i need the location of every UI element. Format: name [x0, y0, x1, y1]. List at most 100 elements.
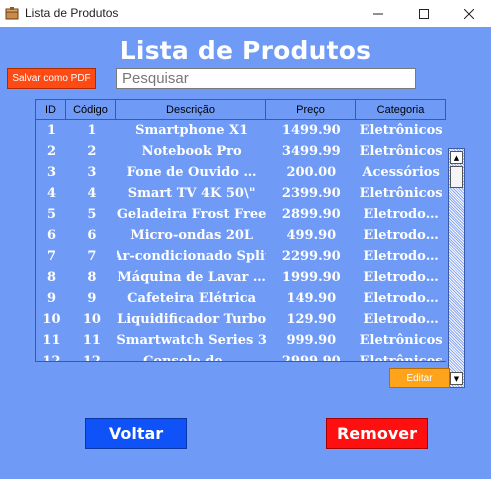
cell-descricao: Micro-ondas 20L — [130, 228, 254, 243]
cell-preco: 2299.90 — [281, 249, 341, 264]
table-row[interactable]: 7 7 Ar-condicionado Split 2299.90 Eletro… — [36, 246, 446, 267]
close-icon — [464, 8, 474, 19]
table-row[interactable]: 11 11 Smartwatch Series 3 999.90 Eletrôn… — [36, 330, 446, 351]
cell-preco: 2399.90 — [281, 186, 341, 201]
triangle-up-icon: ▲ — [453, 153, 460, 162]
column-header-categoria[interactable]: Categoria — [356, 99, 446, 120]
window-titlebar: Lista de Produtos — [0, 0, 491, 27]
table-row[interactable]: 10 10 Liquidificador Turbo 129.90 Eletro… — [36, 309, 446, 330]
window-title: Lista de Produtos — [25, 6, 119, 20]
cell-descricao: Ar-condicionado Split — [116, 249, 267, 264]
cell-preco: 149.90 — [286, 291, 337, 306]
cell-codigo: 6 — [87, 228, 97, 243]
close-button[interactable] — [446, 0, 491, 27]
cell-codigo: 11 — [82, 333, 101, 348]
cell-preco: 1499.90 — [281, 123, 341, 138]
cell-descricao: Máquina de Lavar … — [117, 270, 266, 285]
cell-preco: 1999.90 — [281, 270, 341, 285]
scroll-down-button[interactable]: ▼ — [450, 372, 463, 385]
products-table: ID Código Descrição Preço Categoria 1 1 … — [35, 99, 467, 388]
column-header-id[interactable]: ID — [35, 99, 66, 120]
cell-preco: 499.90 — [286, 228, 337, 243]
table-scrollbar[interactable]: ▲ ▼ — [448, 148, 465, 388]
table-row[interactable]: 4 4 Smart TV 4K 50\" 2399.90 Eletrônicos — [36, 183, 446, 204]
cell-descricao: Smartwatch Series 3 — [116, 333, 267, 348]
column-header-preco[interactable]: Preço — [266, 99, 356, 120]
cell-categoria: Eletrônicos — [359, 144, 443, 159]
cell-id: 12 — [42, 354, 61, 362]
cell-codigo: 9 — [87, 291, 97, 306]
cell-id: 8 — [46, 270, 56, 285]
cell-codigo: 7 — [87, 249, 97, 264]
table-row[interactable]: 12 12 Console de … 2999.90 Eletrônicos — [36, 351, 446, 362]
table-row[interactable]: 5 5 Geladeira Frost Free 2899.90 Eletrod… — [36, 204, 446, 225]
cell-categoria: Eletrodo… — [363, 312, 439, 327]
cell-id: 1 — [46, 123, 56, 138]
cell-descricao: Geladeira Frost Free — [116, 207, 267, 222]
scroll-up-button[interactable]: ▲ — [450, 151, 463, 164]
cell-categoria: Eletrodo… — [363, 249, 439, 264]
cell-id: 7 — [46, 249, 56, 264]
cell-descricao: Fone de Ouvido … — [126, 165, 257, 180]
column-header-codigo[interactable]: Código — [66, 99, 116, 120]
cell-codigo: 5 — [87, 207, 97, 222]
page-title: Lista de Produtos — [119, 36, 372, 65]
cell-categoria: Eletrodo… — [363, 228, 439, 243]
table-row[interactable]: 2 2 Notebook Pro 3499.99 Eletrônicos — [36, 141, 446, 162]
minimize-icon — [373, 13, 383, 14]
cell-preco: 3499.99 — [281, 144, 341, 159]
cell-descricao: Console de … — [143, 354, 241, 362]
table-row[interactable]: 3 3 Fone de Ouvido … 200.00 Acessórios — [36, 162, 446, 183]
cell-id: 9 — [46, 291, 56, 306]
save-pdf-button[interactable]: Salvar como PDF — [7, 68, 96, 89]
minimize-button[interactable] — [355, 0, 401, 27]
cell-codigo: 4 — [87, 186, 97, 201]
main-panel: Lista de Produtos Salvar como PDF ID Cód… — [0, 27, 491, 479]
cell-preco: 200.00 — [286, 165, 337, 180]
column-header-descricao[interactable]: Descrição — [116, 99, 266, 120]
cell-categoria: Eletrodo… — [363, 291, 439, 306]
cell-categoria: Eletrônicos — [359, 186, 443, 201]
cell-codigo: 8 — [87, 270, 97, 285]
cell-preco: 999.90 — [286, 333, 337, 348]
cell-preco: 2999.90 — [281, 354, 341, 362]
cell-descricao: Notebook Pro — [141, 144, 242, 159]
cell-preco: 2899.90 — [281, 207, 341, 222]
table-row[interactable]: 1 1 Smartphone X1 1499.90 Eletrônicos — [36, 120, 446, 141]
back-button[interactable]: Voltar — [85, 418, 187, 449]
app-box-icon — [5, 7, 19, 20]
cell-id: 11 — [42, 333, 61, 348]
cell-codigo: 2 — [87, 144, 97, 159]
cell-id: 2 — [46, 144, 56, 159]
cell-codigo: 3 — [87, 165, 97, 180]
cell-descricao: Smartphone X1 — [135, 123, 249, 138]
cell-descricao: Cafeteira Elétrica — [127, 291, 257, 306]
maximize-button[interactable] — [401, 0, 447, 27]
cell-id: 4 — [46, 186, 56, 201]
cell-codigo: 1 — [87, 123, 97, 138]
scrollbar-thumb[interactable] — [450, 166, 463, 188]
triangle-down-icon: ▼ — [453, 374, 460, 383]
search-input[interactable] — [116, 68, 416, 89]
table-row[interactable]: 6 6 Micro-ondas 20L 499.90 Eletrodo… — [36, 225, 446, 246]
cell-descricao: Smart TV 4K 50\" — [127, 186, 256, 201]
cell-categoria: Eletrônicos — [359, 123, 443, 138]
cell-codigo: 10 — [82, 312, 101, 327]
cell-preco: 129.90 — [286, 312, 337, 327]
cell-codigo: 12 — [82, 354, 101, 362]
cell-categoria: Eletrodo… — [363, 270, 439, 285]
cell-id: 3 — [46, 165, 56, 180]
remove-button[interactable]: Remover — [326, 418, 428, 449]
table-row[interactable]: 8 8 Máquina de Lavar … 1999.90 Eletrodo… — [36, 267, 446, 288]
cell-categoria: Eletrodo… — [363, 207, 439, 222]
maximize-icon — [419, 8, 429, 19]
edit-button[interactable]: Editar — [389, 368, 450, 388]
table-header: ID Código Descrição Preço Categoria — [35, 99, 446, 120]
table-row[interactable]: 9 9 Cafeteira Elétrica 149.90 Eletrodo… — [36, 288, 446, 309]
cell-categoria: Eletrônicos — [359, 333, 443, 348]
cell-categoria: Eletrônicos — [359, 354, 443, 362]
table-body: 1 1 Smartphone X1 1499.90 Eletrônicos 2 … — [35, 120, 446, 362]
cell-categoria: Acessórios — [362, 165, 440, 180]
cell-id: 10 — [42, 312, 61, 327]
cell-descricao: Liquidificador Turbo — [117, 312, 267, 327]
